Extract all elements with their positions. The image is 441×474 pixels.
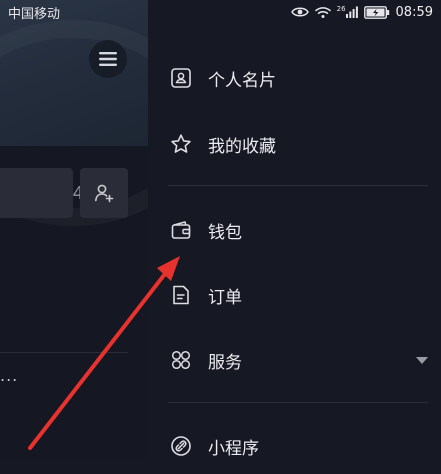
drawer-item-label: 我的收藏 [208,136,276,157]
background-divider [0,352,128,353]
signal-strength-icon [345,6,358,18]
wifi-icon [314,6,331,18]
wallet-icon [169,218,193,242]
network-type-label: 26 [337,6,358,18]
hamburger-menu-icon [99,52,117,66]
background-more-text: ... [0,366,19,385]
add-friend-icon [95,184,114,203]
carrier-name: 中国移动 [8,6,61,22]
drawer-item-business-card[interactable]: 个人名片 [148,50,441,106]
order-document-icon [169,283,193,307]
drawer-item-services[interactable]: 服务 [148,332,441,388]
drawer-divider [168,185,428,186]
status-bar: 中国移动 26 08:59 [0,0,441,24]
services-grid-icon [169,348,193,372]
side-drawer: 个人名片 我的收藏 钱包 订单 服务 小程序 [148,0,441,459]
drawer-item-label: 订单 [208,287,242,308]
drawer-item-label: 个人名片 [208,70,276,91]
drawer-item-wallet[interactable]: 钱包 [148,202,441,258]
id-card-icon [169,66,193,90]
star-icon [169,132,193,156]
clock: 08:59 [395,4,433,20]
drawer-item-favorites[interactable]: 我的收藏 [148,116,441,172]
add-friend-button[interactable] [80,168,128,218]
drawer-item-orders[interactable]: 订单 [148,267,441,323]
hamburger-menu-button[interactable] [89,40,127,78]
battery-charging-icon [363,5,389,19]
drawer-divider [168,402,428,403]
profile-background: 4 ... [0,0,150,458]
edit-profile-button[interactable] [0,168,73,218]
drawer-item-label: 钱包 [208,222,242,243]
mini-program-link-icon [169,434,193,458]
drawer-item-label: 小程序 [208,438,259,459]
drawer-item-mini-programs[interactable]: 小程序 [148,418,441,474]
status-icons: 26 08:59 [290,4,433,20]
eye-comfort-icon [290,7,309,17]
drawer-item-label: 服务 [208,352,242,373]
chevron-down-icon[interactable] [416,356,428,364]
